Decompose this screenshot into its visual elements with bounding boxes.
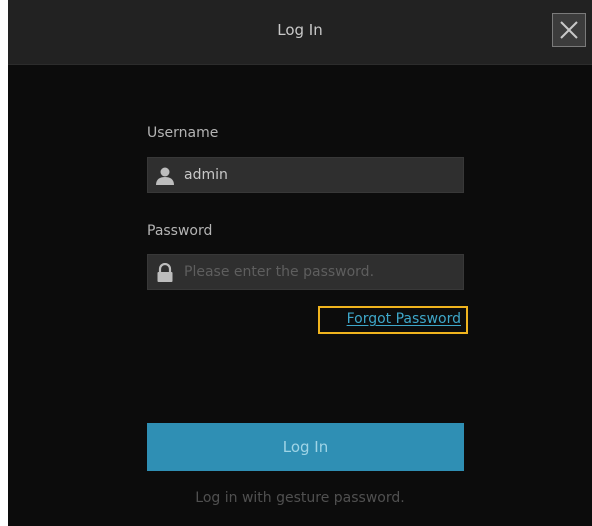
user-icon [156,167,174,185]
forgot-password-highlight: Forgot Password [318,306,468,334]
username-label: Username [147,125,219,141]
password-label: Password [147,223,213,239]
password-input[interactable] [182,255,461,289]
dialog-title: Log In [277,21,323,39]
forgot-password-link[interactable]: Forgot Password [347,311,461,327]
login-dialog: Log In Username admin Password Forgot Pa… [8,0,592,526]
password-field[interactable] [147,254,464,290]
login-button[interactable]: Log In [147,423,464,471]
username-field[interactable]: admin [147,157,464,193]
username-value: admin [184,167,228,183]
lock-icon [157,263,173,282]
close-icon [560,21,578,39]
gesture-login-link[interactable]: Log in with gesture password. [8,490,592,506]
dialog-titlebar: Log In [8,0,592,65]
close-button[interactable] [552,13,586,47]
